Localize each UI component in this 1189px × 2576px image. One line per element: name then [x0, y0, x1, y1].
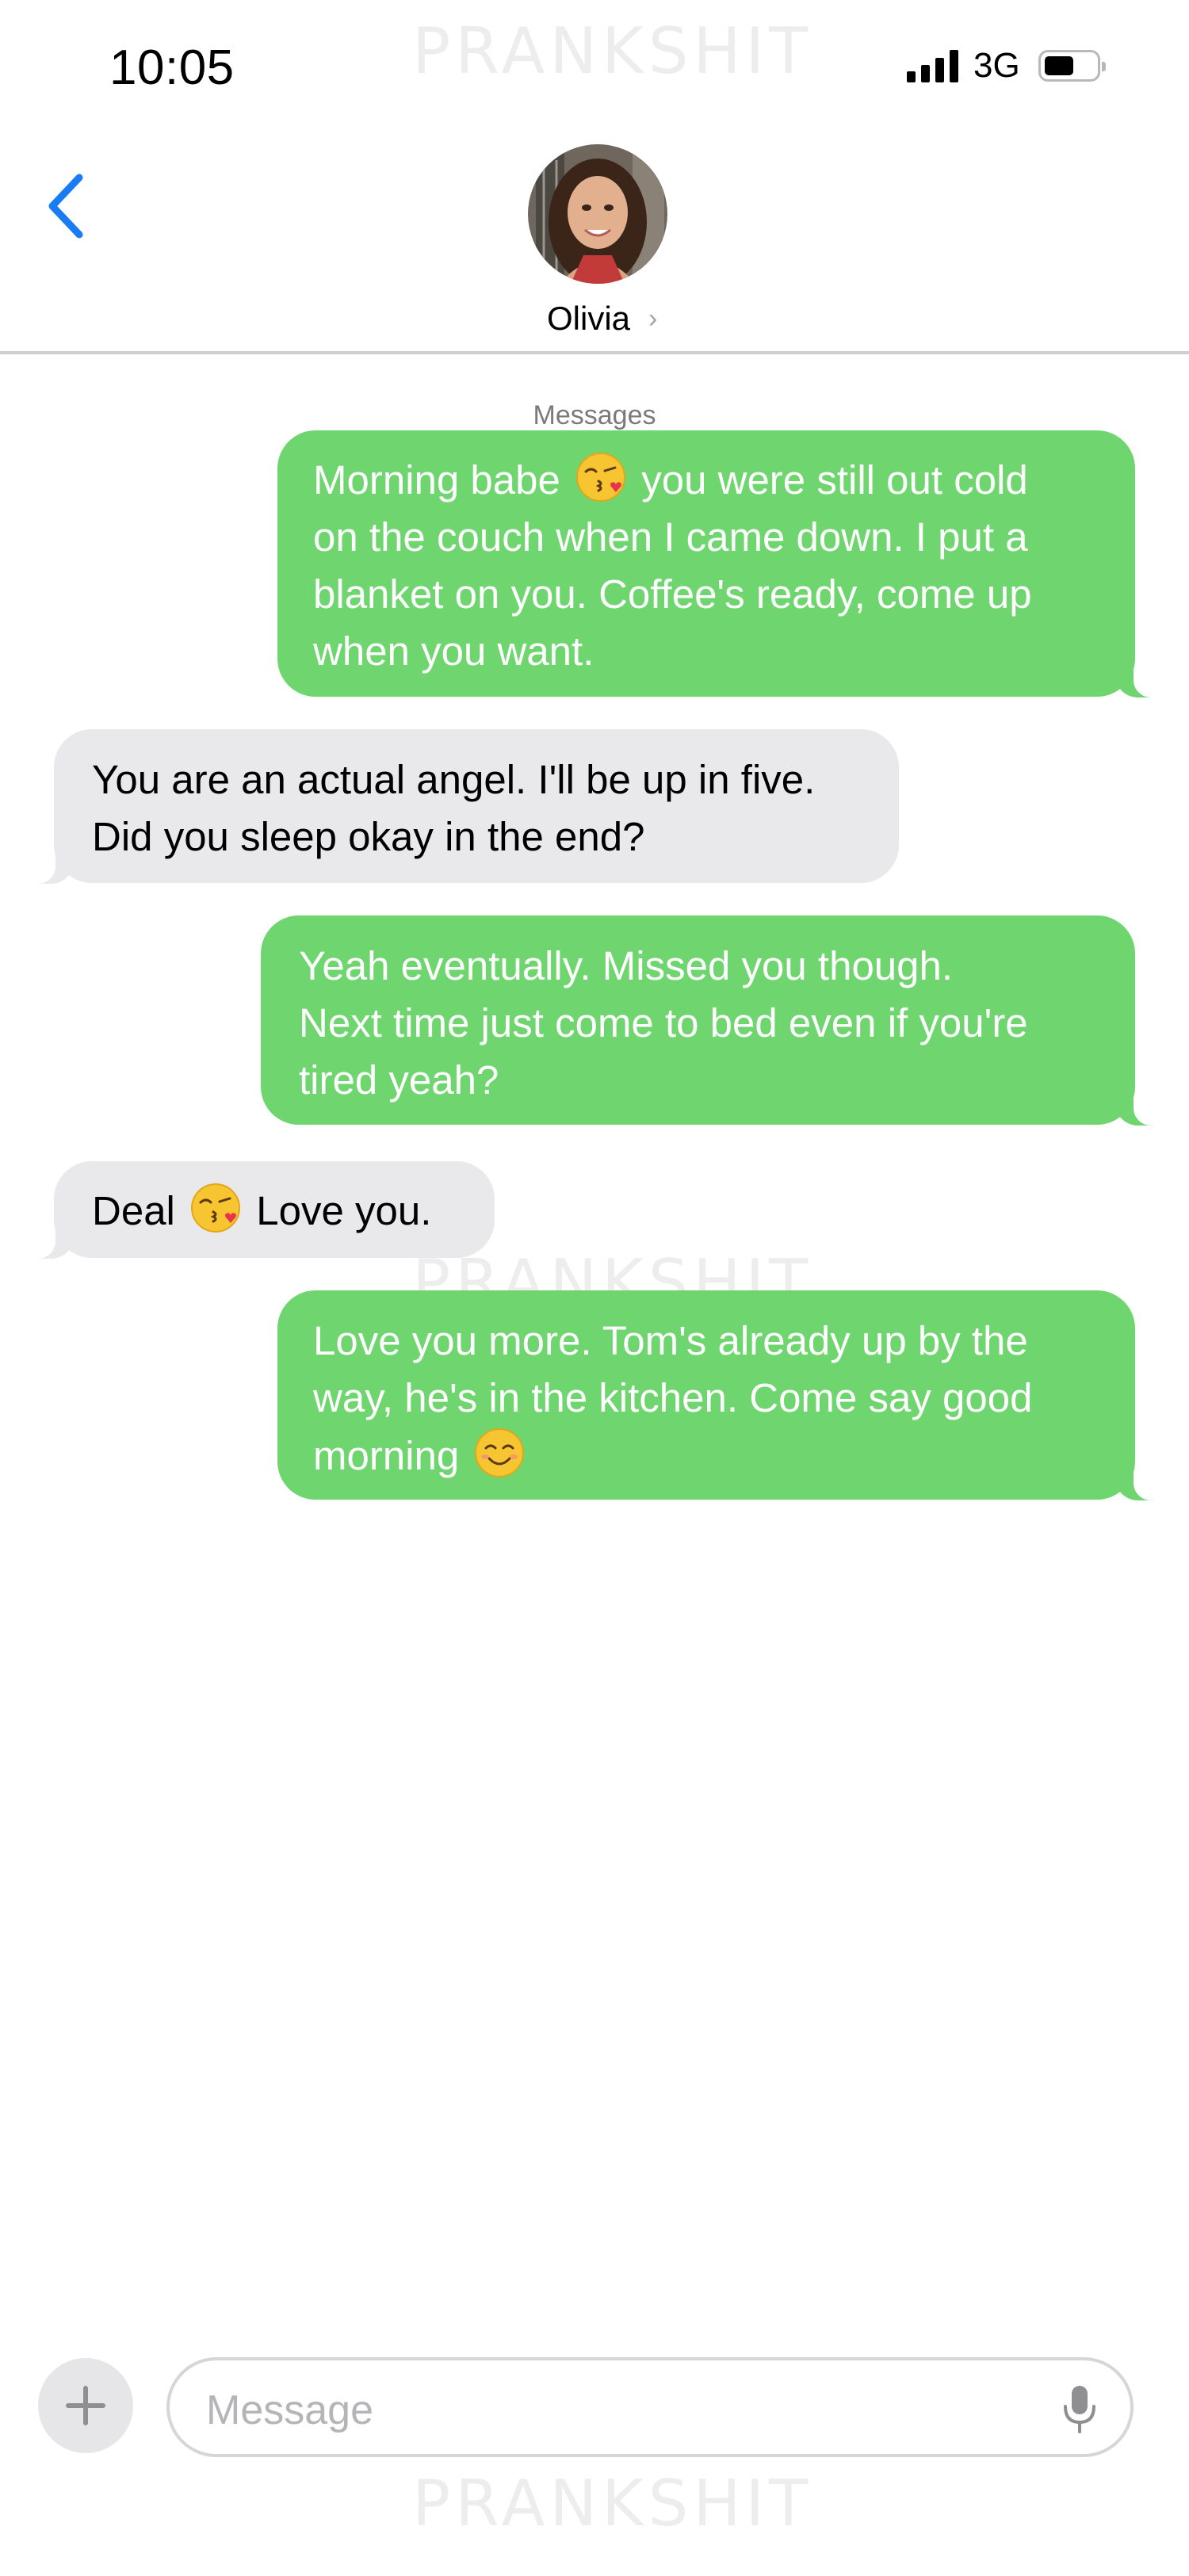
microphone-icon[interactable]: [1062, 2384, 1097, 2433]
chevron-right-icon[interactable]: ›: [648, 304, 657, 334]
chevron-left-icon: [48, 174, 83, 239]
message-line: Next time just come to bed even if you'r…: [299, 1000, 1028, 1045]
message-line: blanket on you. Coffee's ready, come up: [313, 571, 1032, 617]
bubble-tail: [1114, 1097, 1151, 1126]
message-line: Morning babe you were still out cold: [313, 451, 1135, 509]
watermark: PRANKSHIT: [412, 2467, 813, 2540]
back-button[interactable]: [38, 166, 101, 246]
message-placeholder: Message: [206, 2387, 373, 2433]
message-line: Yeah eventually. Missed you though.: [299, 943, 954, 988]
message-bubble-sent[interactable]: Morning babe you were still out cold on …: [277, 430, 1151, 698]
message-line: morning: [313, 1427, 1135, 1485]
network-type: 3G: [973, 46, 1020, 85]
message-bubble-sent[interactable]: Love you more. Tom's already up by the w…: [277, 1290, 1151, 1500]
message-line: Love you more. Tom's already up by the: [313, 1318, 1028, 1363]
status-time: 10:05: [109, 40, 235, 95]
message-line: Deal Love you.: [92, 1182, 495, 1240]
message-line: Did you sleep okay in the end?: [92, 814, 645, 859]
battery-icon: [1038, 50, 1106, 82]
cellular-signal-icon: [907, 49, 959, 82]
service-label: Messages: [533, 400, 656, 430]
kissing-face-emoji-icon: [576, 453, 626, 502]
message-line: way, he's in the kitchen. Come say good: [313, 1375, 1033, 1420]
bubble-tail: [38, 1230, 75, 1259]
message-bubble-received[interactable]: You are an actual angel. I'll be up in f…: [38, 729, 899, 884]
message-line: on the couch when I came down. I put a: [313, 514, 1028, 560]
header-divider: [0, 351, 1189, 354]
bubble-tail: [1114, 1472, 1151, 1500]
message-line: tired yeah?: [299, 1057, 499, 1103]
avatar-photo: [528, 144, 667, 284]
watermark: PRANKSHIT: [412, 14, 813, 88]
message-line: You are an actual angel. I'll be up in f…: [92, 757, 816, 802]
message-input[interactable]: Message: [166, 2357, 1134, 2457]
add-attachment-button[interactable]: [38, 2358, 133, 2453]
bubble-tail: [38, 855, 75, 884]
contact-avatar[interactable]: [528, 144, 667, 284]
message-line: when you want.: [313, 629, 594, 674]
bubble-tail: [1114, 669, 1151, 698]
contact-name[interactable]: Olivia: [547, 300, 630, 338]
message-bubble-received[interactable]: Deal Love you.: [38, 1161, 495, 1259]
kissing-face-emoji-icon: [191, 1183, 241, 1233]
plus-icon: [66, 2386, 105, 2425]
message-bubble-sent[interactable]: Yeah eventually. Missed you though. Next…: [261, 915, 1151, 1126]
smiling-face-emoji-icon: [475, 1428, 525, 1477]
